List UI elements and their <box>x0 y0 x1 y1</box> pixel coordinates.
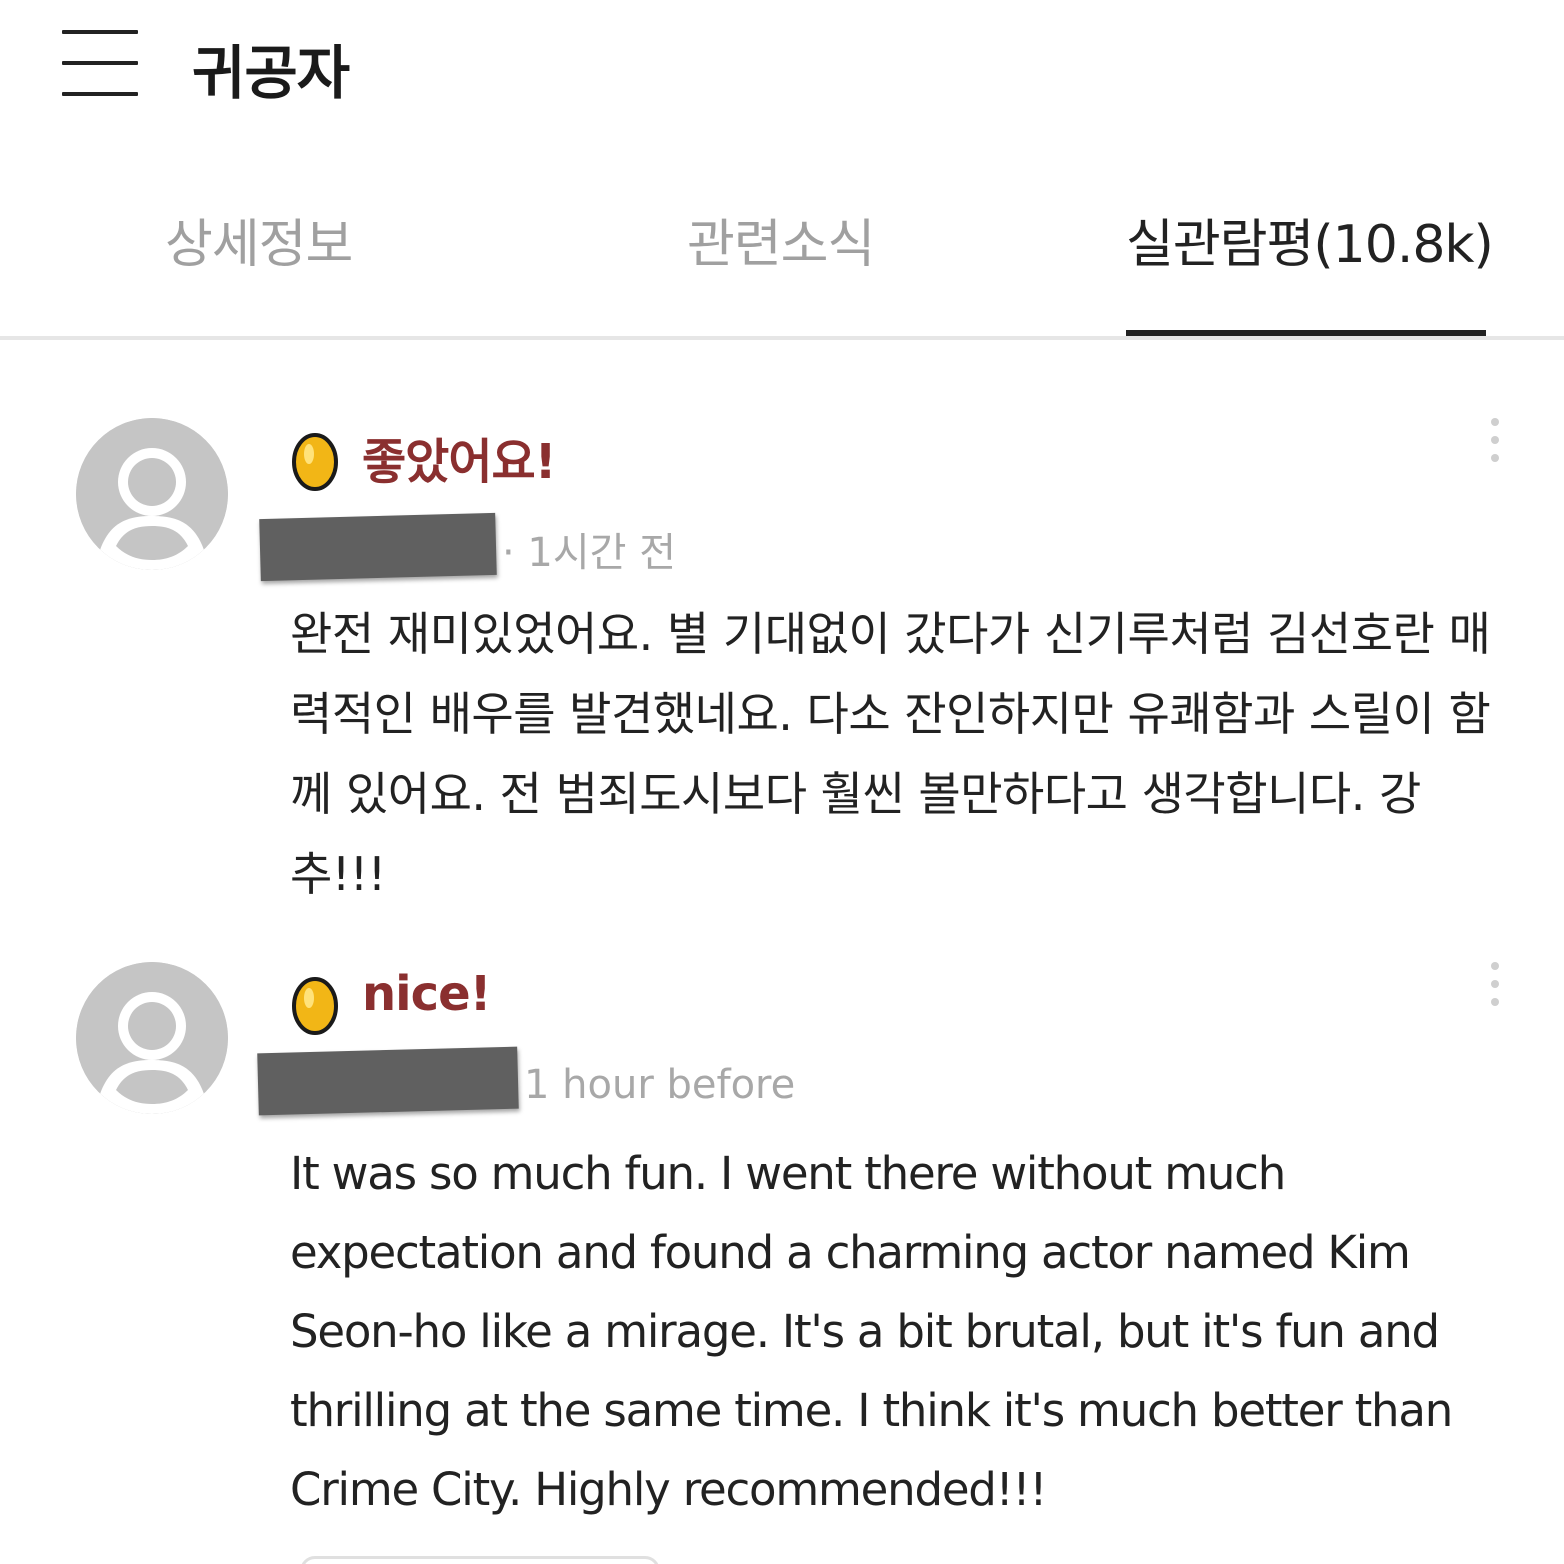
default-user-icon <box>76 418 228 570</box>
tab-audience-reviews[interactable]: 실관람평(10.8k) <box>1126 202 1494 277</box>
golden-egg-icon <box>290 426 340 492</box>
tab-details[interactable]: 상세정보 <box>165 202 353 277</box>
redacted-username <box>257 1046 519 1116</box>
golden-egg-icon <box>290 970 340 1036</box>
more-options-icon[interactable] <box>1480 962 1510 1012</box>
redacted-username <box>259 512 497 582</box>
rating-label: nice! <box>362 966 492 1022</box>
app-header: 귀공자 <box>0 0 1564 140</box>
review-text: 완전 재미있었어요. 별 기대없이 갔다가 신기루처럼 김선호란 매력적인 배우… <box>290 607 1491 901</box>
avatar <box>76 418 228 570</box>
load-more-button[interactable] <box>300 1556 660 1564</box>
avatar <box>76 962 228 1114</box>
page-title: 귀공자 <box>192 39 350 107</box>
review-time: · 1시간 전 <box>502 530 676 576</box>
default-user-icon <box>76 962 228 1114</box>
rating-label: 좋았어요! <box>362 434 557 490</box>
tab-related-news[interactable]: 관련소식 <box>687 202 875 277</box>
hamburger-menu-icon[interactable] <box>62 30 138 96</box>
more-options-icon[interactable] <box>1480 418 1510 468</box>
active-tab-indicator <box>1126 330 1486 336</box>
review-text: It was so much fun. I went there without… <box>290 1147 1453 1516</box>
review-time: 1 hour before <box>524 1062 796 1108</box>
tab-bar: 상세정보 관련소식 실관람평(10.8k) <box>0 190 1564 340</box>
